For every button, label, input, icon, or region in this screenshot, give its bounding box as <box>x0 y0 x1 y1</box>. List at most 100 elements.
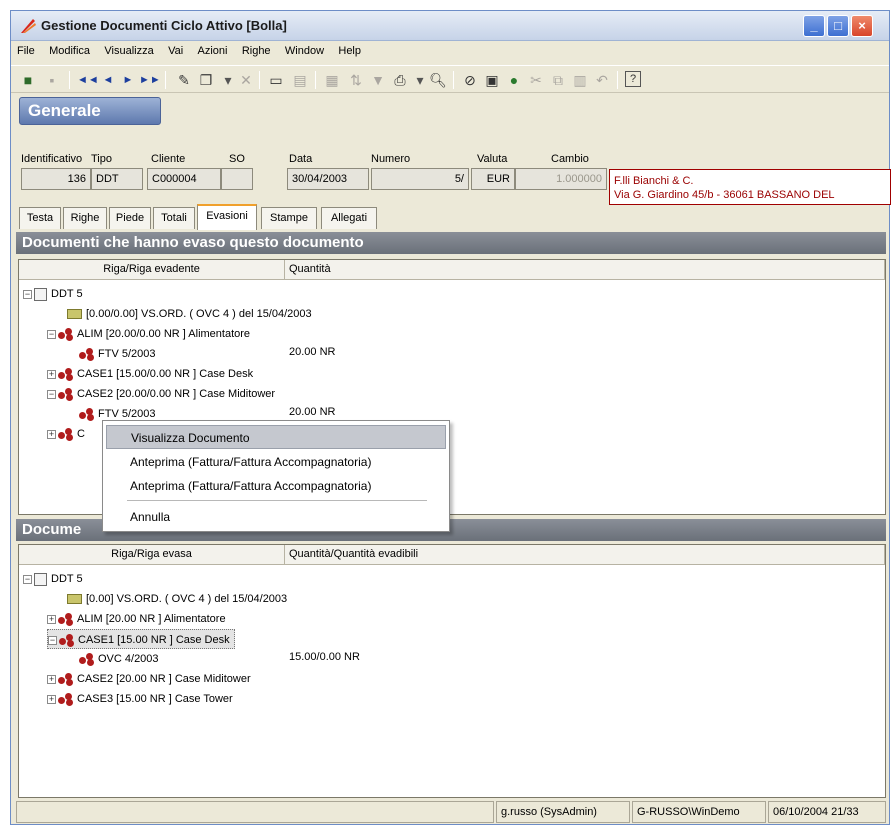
tree-node[interactable]: − DDT 5 <box>23 284 83 304</box>
valuta-field[interactable]: EUR <box>471 168 515 190</box>
prev-record-icon[interactable]: ◄ <box>99 71 117 89</box>
menu-visualizza[interactable]: Visualizza <box>98 42 158 57</box>
edit-icon[interactable]: ✎ <box>175 71 193 89</box>
label-tipo: Tipo <box>91 153 112 165</box>
undo-icon[interactable]: ↶ <box>593 71 611 89</box>
save-icon[interactable]: ■ <box>19 71 37 89</box>
context-visualizza-documento[interactable]: Visualizza Documento <box>106 425 446 449</box>
menu-righe[interactable]: Righe <box>236 42 276 57</box>
tree-node[interactable]: [0.00/0.00] VS.ORD. ( OVC 4 ) del 15/04/… <box>67 304 312 324</box>
tab-allegati[interactable]: Allegati <box>321 207 377 229</box>
title-bar[interactable]: Gestione Documenti Ciclo Attivo [Bolla] … <box>11 11 889 41</box>
first-record-icon[interactable]: ◄◄ <box>77 71 99 89</box>
delete-icon[interactable]: ✕ <box>237 71 255 89</box>
filter-icon[interactable]: ▼ <box>369 71 387 89</box>
data-field[interactable]: 30/04/2003 <box>287 168 369 190</box>
tree-node[interactable]: OVC 4/2003 <box>79 649 159 669</box>
next-record-icon[interactable]: ► <box>119 71 137 89</box>
menu-file[interactable]: File <box>11 42 40 57</box>
context-anteprima-2[interactable]: Anteprima (Fattura/Fattura Accompagnator… <box>106 474 446 498</box>
customer-address: F.lli Bianchi & C. Via G. Giardino 45/b … <box>609 169 891 205</box>
collapse-icon[interactable]: − <box>23 574 32 584</box>
item-icon <box>79 348 95 362</box>
menu-window[interactable]: Window <box>279 42 329 57</box>
tree-node-selected[interactable]: − CASE1 [15.00 NR ] Case Desk <box>47 629 235 649</box>
window-icon[interactable]: ▭ <box>267 71 285 89</box>
print-icon[interactable]: ⎙ <box>391 71 409 89</box>
col-riga-evasa[interactable]: Riga/Riga evasa <box>19 545 285 565</box>
dropdown-arrow-icon[interactable]: ▾ <box>411 71 429 89</box>
collapse-icon[interactable]: − <box>23 289 32 299</box>
quantity-value: 20.00 NR <box>289 406 336 418</box>
expand-icon[interactable]: + <box>47 674 56 684</box>
toolbar-separator <box>165 71 166 89</box>
col-riga-evadente[interactable]: Riga/Riga evadente <box>19 260 285 280</box>
expand-icon[interactable]: + <box>47 369 56 379</box>
tab-stampe[interactable]: Stampe <box>261 207 317 229</box>
dropdown-arrow-icon[interactable]: ▾ <box>219 71 237 89</box>
new-doc-icon[interactable]: ❐ <box>197 71 215 89</box>
paste-icon[interactable]: ▥ <box>571 71 589 89</box>
tab-totali[interactable]: Totali <box>153 207 195 229</box>
collapse-icon[interactable]: − <box>47 389 56 399</box>
collapse-icon[interactable]: − <box>48 635 57 645</box>
tab-evasioni[interactable]: Evasioni <box>197 204 257 230</box>
link-icon[interactable]: ⊘ <box>461 71 479 89</box>
tab-piede[interactable]: Piede <box>109 207 151 229</box>
close-button[interactable]: × <box>851 15 873 37</box>
tree-node[interactable]: − CASE2 [20.00/0.00 NR ] Case Miditower <box>47 384 275 404</box>
tipo-field[interactable]: DDT <box>91 168 143 190</box>
item-icon <box>79 408 95 422</box>
generale-button[interactable]: Generale <box>19 97 161 125</box>
col-quantita-evadibili[interactable]: Quantità/Quantità evadibili <box>285 545 885 565</box>
col-quantita[interactable]: Quantità <box>285 260 885 280</box>
address-line-1: F.lli Bianchi & C. <box>614 175 694 187</box>
expand-icon[interactable]: + <box>47 694 56 704</box>
globe-icon[interactable]: ● <box>505 71 523 89</box>
minimize-button[interactable]: _ <box>803 15 825 37</box>
cliente-field[interactable]: C000004 <box>147 168 221 190</box>
tree-node[interactable]: + C <box>47 424 85 444</box>
sort-icon[interactable]: ⇅ <box>347 71 365 89</box>
toolbar-separator <box>259 71 260 89</box>
toggle-icon[interactable]: ▪ <box>43 71 61 89</box>
document-icon[interactable]: ▣ <box>483 71 501 89</box>
copy-icon[interactable]: ⧉ <box>549 71 567 89</box>
tree-node[interactable]: + CASE3 [15.00 NR ] Case Tower <box>47 689 233 709</box>
tree-node[interactable]: [0.00] VS.ORD. ( OVC 4 ) del 15/04/2003 <box>67 589 287 609</box>
maximize-button[interactable]: □ <box>827 15 849 37</box>
tree-node[interactable]: + ALIM [20.00 NR ] Alimentatore <box>47 609 226 629</box>
menu-azioni[interactable]: Azioni <box>192 42 233 57</box>
tree-node[interactable]: − ALIM [20.00/0.00 NR ] Alimentatore <box>47 324 250 344</box>
menu-vai[interactable]: Vai <box>162 42 188 57</box>
preview-icon[interactable]: 🔍︎ <box>429 71 447 89</box>
so-field[interactable] <box>221 168 253 190</box>
tab-testa[interactable]: Testa <box>19 207 61 229</box>
report-icon[interactable]: ▦ <box>323 71 341 89</box>
last-record-icon[interactable]: ►► <box>139 71 161 89</box>
tree-node[interactable]: − DDT 5 <box>23 569 83 589</box>
app-logo-icon <box>21 19 36 33</box>
label-numero: Numero <box>371 153 411 165</box>
tree-node[interactable]: + CASE2 [20.00 NR ] Case Miditower <box>47 669 251 689</box>
cambio-field[interactable]: 1.000000 <box>515 168 607 190</box>
identificativo-field[interactable]: 136 <box>21 168 91 190</box>
expand-icon[interactable]: + <box>47 614 56 624</box>
grid-icon[interactable]: ▤ <box>291 71 309 89</box>
status-user: g.russo (SysAdmin) <box>496 801 630 823</box>
numero-field[interactable]: 5/ <box>371 168 469 190</box>
menu-modifica[interactable]: Modifica <box>43 42 95 57</box>
toolbar-separator <box>453 71 454 89</box>
context-anteprima-1[interactable]: Anteprima (Fattura/Fattura Accompagnator… <box>106 450 446 474</box>
context-annulla[interactable]: Annulla <box>106 505 446 529</box>
help-icon[interactable]: ? <box>625 71 641 87</box>
tree-node[interactable]: + CASE1 [15.00/0.00 NR ] Case Desk <box>47 364 253 384</box>
item-icon <box>58 428 74 442</box>
tab-righe[interactable]: Righe <box>63 207 107 229</box>
cut-icon[interactable]: ✂ <box>527 71 545 89</box>
collapse-icon[interactable]: − <box>47 329 56 339</box>
menu-help[interactable]: Help <box>332 42 366 57</box>
expand-icon[interactable]: + <box>47 429 56 439</box>
item-icon <box>59 634 75 648</box>
tree-node[interactable]: FTV 5/2003 <box>79 344 155 364</box>
